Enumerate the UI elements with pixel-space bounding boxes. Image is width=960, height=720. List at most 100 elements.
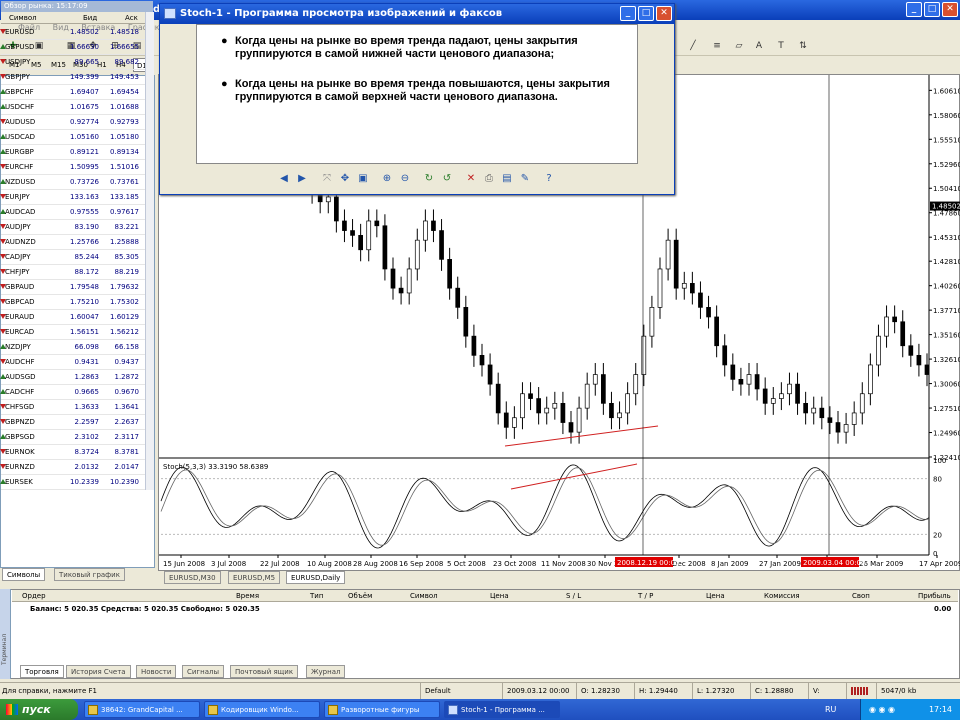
label-tool-icon[interactable]: T (774, 39, 788, 53)
col-tp[interactable]: T / P (638, 590, 653, 602)
col-price2[interactable]: Цена (706, 590, 725, 602)
market-watch-row[interactable]: GBPCAD 1.75210 1.75302 (0, 295, 145, 310)
market-watch-row[interactable]: AUDNZD 1.25766 1.25888 (0, 235, 145, 250)
market-watch-row[interactable]: USDCHF 1.01675 1.01688 (0, 100, 145, 115)
rotate-counterclockwise-icon[interactable]: ↺ (440, 172, 454, 186)
maximize-button[interactable]: □ (924, 2, 940, 17)
date-tick-label: 3 Jul 2008 (211, 560, 246, 568)
col-symbol[interactable]: Символ (9, 12, 37, 24)
rotate-clockwise-icon[interactable]: ↻ (422, 172, 436, 186)
market-watch-row[interactable]: EURNZD 2.0132 2.0147 (0, 460, 145, 475)
market-watch-row[interactable]: NZDUSD 0.73726 0.73761 (0, 175, 145, 190)
col-volume[interactable]: Объём (348, 590, 372, 602)
market-watch-row[interactable]: CADJPY 85.244 85.305 (0, 250, 145, 265)
market-watch-row[interactable]: GBPUSD 1.66630 1.66655 (0, 40, 145, 55)
market-watch-row[interactable]: GBPJPY 149.399 149.453 (0, 70, 145, 85)
market-watch-row[interactable]: USDJPY 89.665 89.682 (0, 55, 145, 70)
print-icon[interactable]: ⎙ (482, 172, 496, 186)
edit-icon[interactable]: ✎ (518, 172, 532, 186)
row-ask: 85.305 (114, 253, 140, 261)
tab-signals[interactable]: Сигналы (182, 665, 224, 678)
help-icon[interactable]: ? (542, 172, 556, 186)
save-icon[interactable]: ▤ (500, 172, 514, 186)
market-watch-row[interactable]: EURAUD 1.60047 1.60129 (0, 310, 145, 325)
market-watch-row[interactable]: AUDUSD 0.92774 0.92793 (0, 115, 145, 130)
market-watch-scrollbar[interactable] (145, 12, 154, 490)
best-fit-icon[interactable]: ⤧ (320, 172, 334, 186)
viewer-close-button[interactable]: ✕ (656, 6, 672, 21)
language-indicator[interactable]: RU (825, 699, 836, 720)
image-viewer-window[interactable]: Stoch-1 - Программа просмотра изображени… (159, 3, 675, 195)
chart-tab-m5[interactable]: EURUSD,M5 (228, 571, 281, 584)
text-tool-icon[interactable]: A (752, 39, 766, 53)
market-watch-row[interactable]: EURUSD 1.48502 1.48518 (0, 25, 145, 40)
market-watch-row[interactable]: AUDCHF 0.9431 0.9437 (0, 355, 145, 370)
previous-image-icon[interactable]: ◀ (277, 172, 291, 186)
tab-journal[interactable]: Журнал (306, 665, 346, 678)
tab-mailbox[interactable]: Почтовый ящик (230, 665, 299, 678)
market-watch-row[interactable]: EURSEK 10.2339 10.2390 (0, 475, 145, 490)
minimize-button[interactable]: _ (906, 2, 922, 17)
market-watch-row[interactable]: CADCHF 0.9665 0.9670 (0, 385, 145, 400)
market-watch-row[interactable]: EURGBP 0.89121 0.89134 (0, 145, 145, 160)
task-image-viewer[interactable]: Stoch-1 - Программа ... (444, 701, 560, 718)
task-folder[interactable]: Разворотные фигуры (324, 701, 440, 718)
tab-symbols[interactable]: Символы (2, 568, 46, 581)
image-viewer-title-bar[interactable]: Stoch-1 - Программа просмотра изображени… (160, 4, 674, 24)
market-watch-row[interactable]: AUDSGD 1.2863 1.2872 (0, 370, 145, 385)
market-watch-row[interactable]: AUDCAD 0.97555 0.97617 (0, 205, 145, 220)
col-price[interactable]: Цена (490, 590, 509, 602)
market-watch-row[interactable]: CHFJPY 88.172 88.219 (0, 265, 145, 280)
tray-icons[interactable]: ◉ ◉ ◉ (869, 699, 895, 720)
market-watch-row[interactable]: GBPNZD 2.2597 2.2637 (0, 415, 145, 430)
col-symbol[interactable]: Символ (410, 590, 438, 602)
close-button[interactable]: ✕ (942, 2, 958, 17)
delete-icon[interactable]: ✕ (464, 172, 478, 186)
market-watch-row[interactable]: EURNOK 8.3724 8.3781 (0, 445, 145, 460)
task-encoder[interactable]: Кодировщик Windo... (204, 701, 320, 718)
col-type[interactable]: Тип (310, 590, 323, 602)
tab-news[interactable]: Новости (136, 665, 177, 678)
tab-account-history[interactable]: История Счета (66, 665, 131, 678)
col-sl[interactable]: S / L (566, 590, 581, 602)
chart-tab-m30[interactable]: EURUSD,M30 (164, 571, 221, 584)
balance-row[interactable]: Баланс: 5 020.35 Средства: 5 020.35 Своб… (12, 603, 958, 616)
market-watch-row[interactable]: AUDJPY 83.190 83.221 (0, 220, 145, 235)
start-button[interactable]: пуск (0, 699, 78, 720)
col-bid[interactable]: Бид (83, 12, 97, 24)
chart-tab-daily[interactable]: EURUSD,Daily (286, 571, 346, 584)
price-tick-label: 1.27510 (933, 405, 960, 413)
market-watch-row[interactable]: GBPSGD 2.3102 2.3117 (0, 430, 145, 445)
tab-trade[interactable]: Торговля (20, 665, 64, 678)
arrows-tool-icon[interactable]: ⇅ (796, 39, 810, 53)
market-watch-row[interactable]: EURCAD 1.56151 1.56212 (0, 325, 145, 340)
market-watch-row[interactable]: EURJPY 133.163 133.185 (0, 190, 145, 205)
market-watch-row[interactable]: USDCAD 1.05160 1.05180 (0, 130, 145, 145)
col-commission[interactable]: Комиссия (764, 590, 800, 602)
col-swap[interactable]: Своп (852, 590, 870, 602)
balance-profit: 0.00 (934, 605, 952, 613)
zoom-out-icon[interactable]: ⊖ (398, 172, 412, 186)
viewer-maximize-button[interactable]: □ (638, 6, 654, 21)
col-order[interactable]: Ордер (22, 590, 46, 602)
zoom-in-icon[interactable]: ⊕ (380, 172, 394, 186)
tab-tick-chart[interactable]: Тиковый график (54, 568, 125, 581)
line-tool-icon[interactable]: ╱ (686, 39, 700, 53)
next-image-icon[interactable]: ▶ (295, 172, 309, 186)
equidistant-icon[interactable]: ▱ (732, 39, 746, 53)
market-watch-row[interactable]: NZDJPY 66.098 66.158 (0, 340, 145, 355)
col-profit[interactable]: Прибыль (918, 590, 951, 602)
status-profile[interactable]: Default (420, 683, 500, 699)
col-ask[interactable]: Аск (125, 12, 138, 24)
col-time[interactable]: Время (236, 590, 259, 602)
market-watch-row[interactable]: GBPAUD 1.79548 1.79632 (0, 280, 145, 295)
fibo-tool-icon[interactable]: ≡ (710, 39, 724, 53)
viewer-minimize-button[interactable]: _ (620, 6, 636, 21)
actual-size-icon[interactable]: ✥ (338, 172, 352, 186)
market-watch-row[interactable]: GBPCHF 1.69407 1.69454 (0, 85, 145, 100)
market-watch-row[interactable]: EURCHF 1.50995 1.51016 (0, 160, 145, 175)
market-watch-row[interactable]: CHFSGD 1.3633 1.3641 (0, 400, 145, 415)
task-metatrader[interactable]: 38642: GrandCapital ... (84, 701, 200, 718)
terminal-side-tab[interactable]: Терминал (0, 589, 11, 679)
slideshow-icon[interactable]: ▣ (356, 172, 370, 186)
